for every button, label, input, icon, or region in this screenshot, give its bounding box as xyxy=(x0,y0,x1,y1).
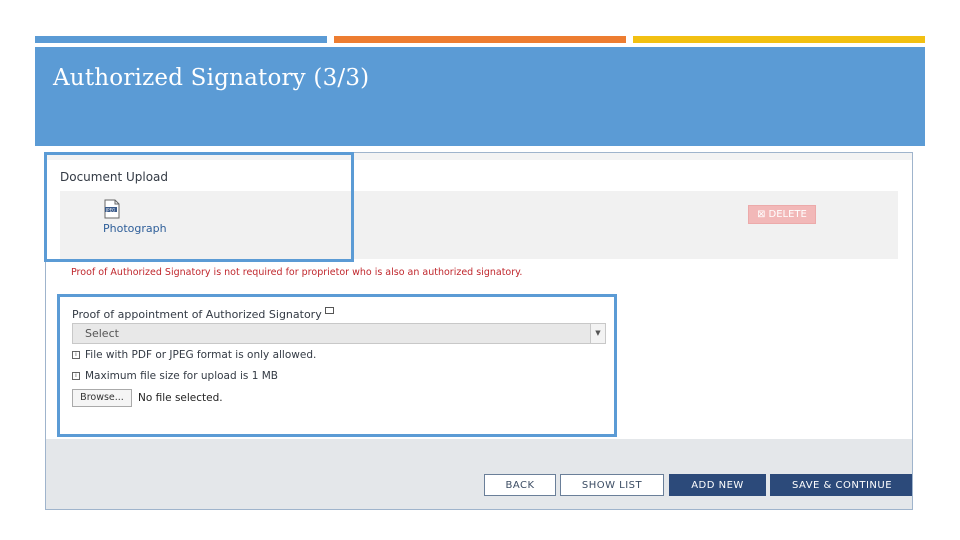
proprietor-notice: Proof of Authorized Signatory is not req… xyxy=(71,267,523,278)
delete-button[interactable]: ⊠ DELETE xyxy=(748,205,816,224)
save-continue-button[interactable]: SAVE & CONTINUE xyxy=(770,474,912,496)
back-button[interactable]: BACK xyxy=(484,474,556,496)
add-new-button[interactable]: ADD NEW xyxy=(669,474,766,496)
slide-title: Authorized Signatory (3/3) xyxy=(53,65,370,91)
show-list-button[interactable]: SHOW LIST xyxy=(560,474,664,496)
accent-bar-yellow xyxy=(633,36,925,43)
delete-label: DELETE xyxy=(768,209,807,220)
highlight-proof-section xyxy=(57,294,617,437)
accent-bar-orange xyxy=(334,36,626,43)
title-band: Authorized Signatory (3/3) xyxy=(35,47,925,146)
trash-icon: ⊠ xyxy=(757,209,766,220)
highlight-document-upload xyxy=(44,152,354,262)
action-bar: BACK SHOW LIST ADD NEW SAVE & CONTINUE xyxy=(46,439,912,509)
accent-bar-blue xyxy=(35,36,327,43)
